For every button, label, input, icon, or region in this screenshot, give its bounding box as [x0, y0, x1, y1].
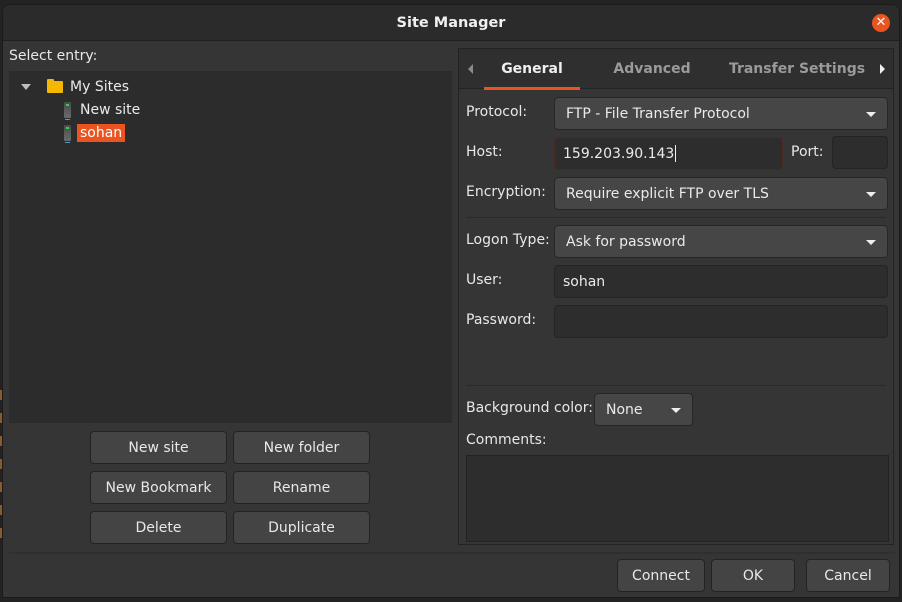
tree-item-label: sohan [77, 124, 126, 142]
settings-notebook: General Advanced Transfer Settings Proto… [458, 48, 894, 545]
logon-type-select[interactable]: Ask for password [554, 225, 888, 258]
user-value: sohan [563, 273, 606, 290]
text-caret [675, 145, 677, 162]
delete-button[interactable]: Delete [90, 511, 227, 544]
tab-bar: General Advanced Transfer Settings [459, 49, 893, 90]
close-icon[interactable]: ✕ [872, 14, 890, 32]
cancel-button[interactable]: Cancel [806, 559, 890, 592]
footer-separator [9, 552, 895, 554]
protocol-value: FTP - File Transfer Protocol [566, 105, 750, 122]
user-label: User: [466, 272, 503, 288]
tree-item-label: My Sites [70, 79, 129, 95]
background-color-select[interactable]: None [594, 393, 693, 426]
protocol-select[interactable]: FTP - File Transfer Protocol [554, 97, 888, 130]
chevron-down-icon [866, 192, 876, 197]
host-value: 159.203.90.143 [563, 145, 675, 162]
comments-textarea[interactable] [466, 455, 889, 542]
expander-down-icon[interactable] [21, 84, 31, 90]
tab-general[interactable]: General [484, 49, 580, 90]
user-input[interactable]: sohan [554, 265, 888, 298]
server-icon [64, 102, 71, 120]
tree-item-sohan[interactable]: sohan [64, 122, 126, 144]
logon-type-value: Ask for password [566, 233, 686, 250]
password-label: Password: [466, 312, 537, 328]
server-icon [64, 125, 71, 143]
connect-button[interactable]: Connect [617, 559, 705, 592]
comments-label: Comments: [466, 432, 547, 448]
folder-icon [47, 79, 63, 93]
port-input[interactable] [832, 136, 888, 169]
titlebar[interactable]: Site Manager ✕ [3, 5, 899, 41]
duplicate-button[interactable]: Duplicate [233, 511, 370, 544]
rename-button[interactable]: Rename [233, 471, 370, 504]
tab-scroll-left-icon[interactable] [468, 64, 473, 74]
window-title: Site Manager [396, 14, 506, 31]
new-bookmark-button[interactable]: New Bookmark [90, 471, 227, 504]
tab-advanced[interactable]: Advanced [602, 49, 702, 89]
tree-item-new-site[interactable]: New site [64, 99, 143, 121]
encryption-label: Encryption: [466, 184, 546, 200]
background-color-label: Background color: [466, 400, 593, 416]
background-color-value: None [606, 401, 643, 418]
separator [466, 217, 886, 218]
ok-button[interactable]: OK [711, 559, 795, 592]
encryption-value: Require explicit FTP over TLS [566, 185, 769, 202]
chevron-down-icon [866, 112, 876, 117]
logon-type-label: Logon Type: [466, 232, 550, 248]
tab-scroll-right-icon[interactable] [880, 64, 885, 74]
host-input[interactable]: 159.203.90.143 [554, 137, 783, 170]
select-entry-label: Select entry: [9, 48, 98, 64]
host-label: Host: [466, 144, 503, 160]
tree-item-my-sites[interactable]: My Sites [21, 76, 132, 98]
port-label: Port: [791, 144, 824, 160]
tab-transfer-settings[interactable]: Transfer Settings [727, 49, 867, 89]
password-input[interactable] [554, 305, 888, 338]
site-manager-dialog: Site Manager ✕ Select entry: My Sites Ne… [2, 4, 900, 598]
tree-item-label: New site [80, 102, 141, 118]
new-site-button[interactable]: New site [90, 431, 227, 464]
encryption-select[interactable]: Require explicit FTP over TLS [554, 177, 888, 210]
separator [466, 385, 886, 386]
site-tree[interactable]: My Sites New site sohan [9, 71, 452, 423]
new-folder-button[interactable]: New folder [233, 431, 370, 464]
chevron-down-icon [866, 240, 876, 245]
chevron-down-icon [671, 408, 681, 413]
protocol-label: Protocol: [466, 104, 528, 120]
